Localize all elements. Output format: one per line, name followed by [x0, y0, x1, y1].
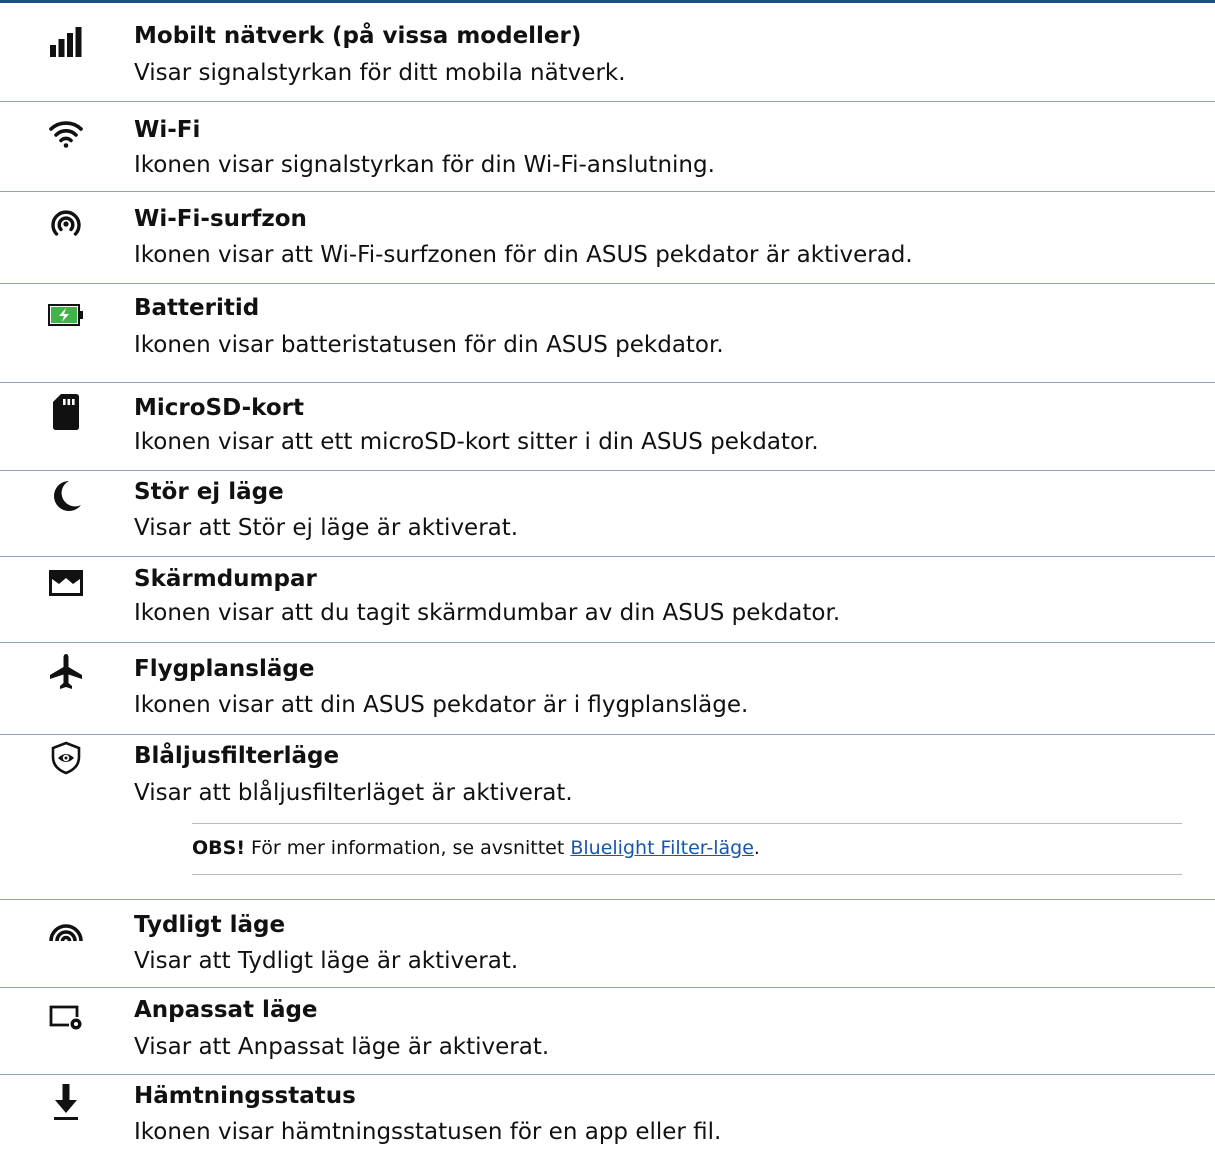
- separator: [0, 101, 1215, 102]
- item-title: Skärmdumpar: [134, 566, 317, 592]
- custom-mode-icon: [46, 996, 86, 1036]
- note-end: .: [753, 837, 760, 859]
- note-bottom-rule: [192, 874, 1182, 875]
- item-title: Anpassat läge: [134, 997, 318, 1023]
- hotspot-icon: [46, 203, 86, 243]
- item-description: Ikonen visar batteristatusen för din ASU…: [134, 332, 724, 358]
- note-text: För mer information, se avsnittet: [244, 837, 571, 859]
- separator: [0, 899, 1215, 900]
- item-title: Batteritid: [134, 295, 260, 321]
- separator: [0, 1074, 1215, 1075]
- item-description: Visar att blåljusfilterläget är aktivera…: [134, 780, 573, 806]
- separator: [0, 987, 1215, 988]
- wifi-icon: [46, 114, 86, 154]
- item-description: Ikonen visar att ett microSD-kort sitter…: [134, 429, 819, 455]
- item-title: Hämtningsstatus: [134, 1083, 356, 1109]
- item-description: Ikonen visar signalstyrkan för din Wi-Fi…: [134, 152, 715, 178]
- separator: [0, 283, 1215, 284]
- note-label: OBS!: [192, 837, 245, 859]
- item-description: Visar att Tydligt läge är aktiverat.: [134, 948, 519, 974]
- separator: [0, 642, 1215, 643]
- separator: [0, 734, 1215, 735]
- item-title: Tydligt läge: [134, 912, 286, 938]
- moon-icon: [46, 476, 86, 516]
- note: OBS! För mer information, se avsnittet B…: [192, 836, 760, 860]
- item-description: Visar signalstyrkan för ditt mobila nätv…: [134, 60, 626, 86]
- item-description: Visar att Stör ej läge är aktiverat.: [134, 515, 519, 541]
- item-title: Flygplansläge: [134, 656, 315, 682]
- cellular-signal-icon: [46, 22, 86, 62]
- top-rule: [0, 0, 1215, 3]
- sd-card-icon: [46, 392, 86, 432]
- separator: [0, 382, 1215, 383]
- note-top-rule: [192, 823, 1182, 824]
- separator: [0, 191, 1215, 192]
- download-icon: [46, 1082, 86, 1122]
- screenshot-icon: [46, 563, 86, 603]
- item-title: Wi-Fi-surfzon: [134, 206, 307, 232]
- vivid-mode-icon: [46, 908, 86, 948]
- battery-charging-icon: [46, 295, 86, 335]
- item-description: Visar att Anpassat läge är aktiverat.: [134, 1034, 550, 1060]
- item-title: MicroSD-kort: [134, 395, 304, 421]
- item-description: Ikonen visar hämtningsstatusen för en ap…: [134, 1119, 722, 1145]
- item-description: Ikonen visar att du tagit skärmdumbar av…: [134, 600, 841, 626]
- item-title: Stör ej läge: [134, 479, 284, 505]
- airplane-icon: [46, 652, 86, 692]
- item-title: Blåljusfilterläge: [134, 743, 340, 769]
- eye-shield-icon: [46, 738, 86, 778]
- bluelight-filter-link[interactable]: Bluelight Filter-läge: [570, 837, 754, 859]
- item-description: Ikonen visar att din ASUS pekdator är i …: [134, 692, 749, 718]
- item-title: Wi-Fi: [134, 117, 201, 143]
- item-title: Mobilt nätverk (på vissa modeller): [134, 23, 582, 49]
- separator: [0, 556, 1215, 557]
- separator: [0, 470, 1215, 471]
- item-description: Ikonen visar att Wi-Fi-surfzonen för din…: [134, 242, 913, 268]
